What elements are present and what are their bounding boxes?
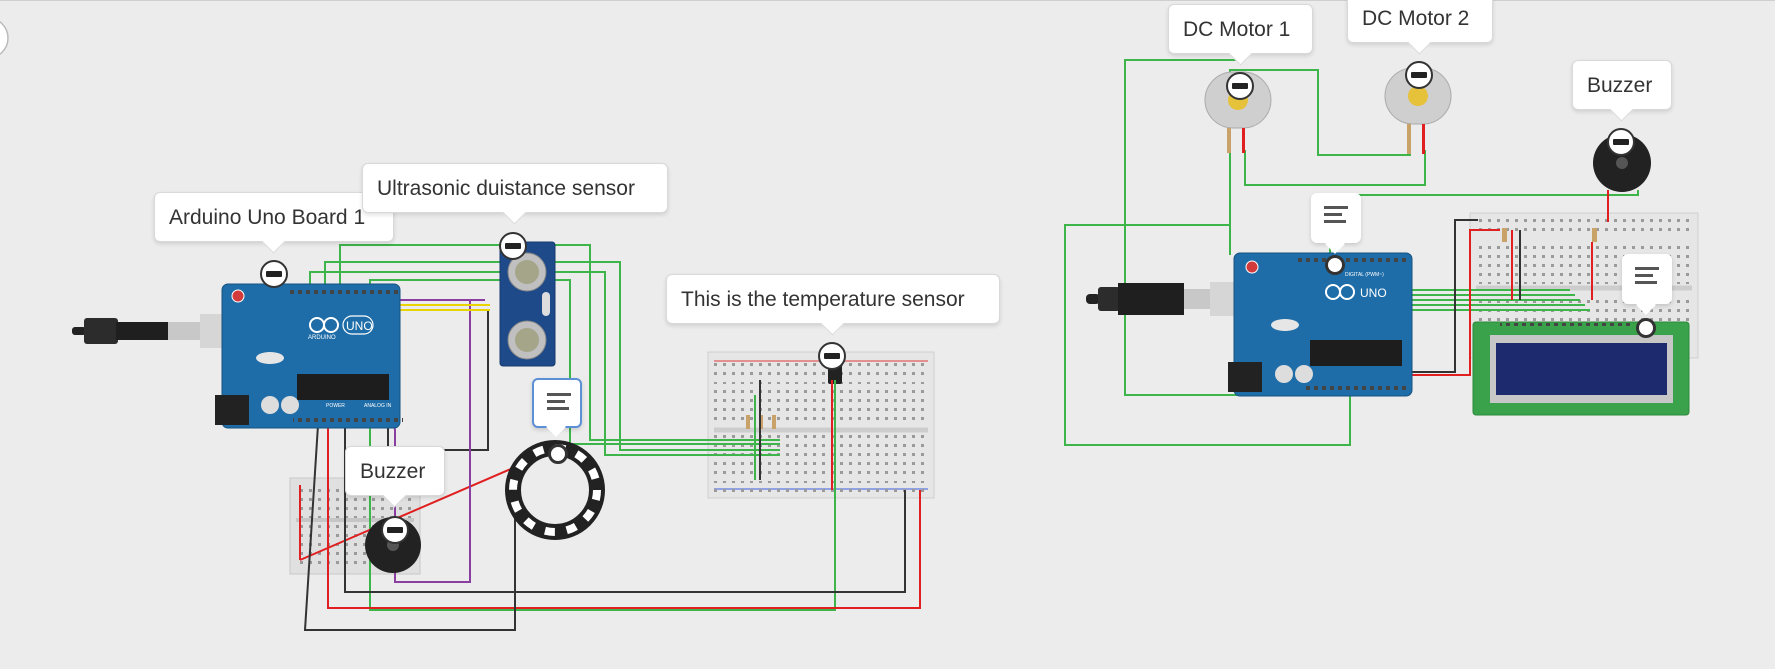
circuit-canvas[interactable]: ARDUINO UNO POWER ANALOG IN UNO DIGITAL … (0, 0, 1775, 669)
annotation-pin-icon[interactable] (260, 260, 288, 288)
note-icon[interactable] (1622, 254, 1672, 304)
board-analog-text: ANALOG IN (364, 403, 392, 409)
annotation-pin-icon[interactable] (381, 516, 409, 544)
zoom-control[interactable] (0, 18, 9, 58)
usb-plug-icon-right (1086, 282, 1236, 316)
annotation-pin-icon[interactable] (1405, 61, 1433, 89)
note-icon[interactable] (1311, 193, 1361, 243)
annotation-pin-icon[interactable] (1607, 128, 1635, 156)
label-dc-motor-1[interactable]: DC Motor 1 (1168, 4, 1313, 54)
ultrasonic-sensor[interactable] (499, 241, 556, 367)
annotation-pin-icon[interactable] (1325, 255, 1345, 275)
annotation-pin-icon[interactable] (1226, 72, 1254, 100)
board-power-text: POWER (326, 403, 345, 409)
annotation-pin-icon[interactable] (1636, 318, 1656, 338)
label-buzzer-right[interactable]: Buzzer (1572, 60, 1672, 110)
annotation-pin-icon[interactable] (548, 444, 568, 464)
board-uno-text: UNO (346, 319, 373, 333)
label-arduino-uno-board-1[interactable]: Arduino Uno Board 1 (154, 192, 394, 242)
arduino-uno-board-2[interactable]: UNO DIGITAL (PWM~) (1228, 252, 1413, 397)
label-ultrasonic-sensor[interactable]: Ultrasonic duistance sensor (362, 163, 668, 213)
board2-digital-text: DIGITAL (PWM~) (1345, 272, 1384, 278)
annotation-pin-icon[interactable] (499, 232, 527, 260)
label-buzzer-left[interactable]: Buzzer (345, 446, 445, 496)
board2-uno-text: UNO (1360, 286, 1387, 300)
board-arduino-text: ARDUINO (308, 335, 336, 341)
label-temperature-sensor[interactable]: This is the temperature sensor (666, 274, 1000, 324)
arduino-uno-board-1[interactable]: ARDUINO UNO POWER ANALOG IN (215, 283, 403, 429)
label-dc-motor-2[interactable]: DC Motor 2 (1347, 0, 1493, 43)
note-icon[interactable] (532, 378, 582, 428)
temperature-breadboard[interactable] (707, 351, 935, 499)
annotation-pin-icon[interactable] (818, 342, 846, 370)
lcd-display[interactable] (1472, 321, 1690, 416)
